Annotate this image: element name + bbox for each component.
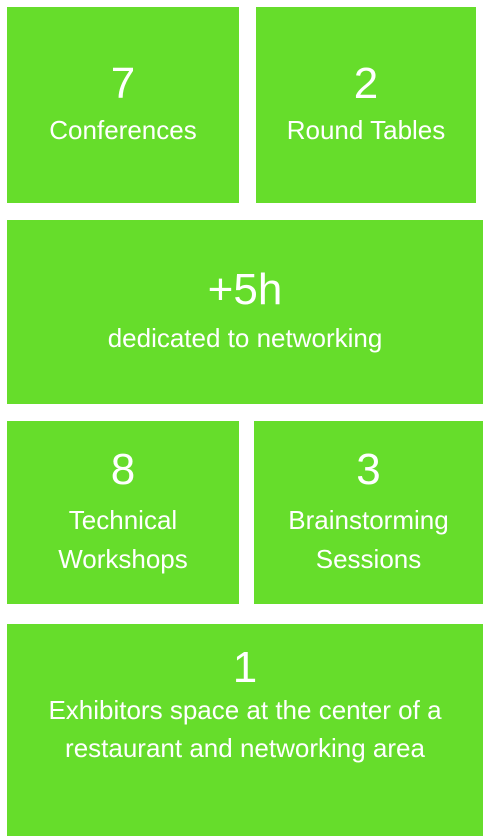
stat-number: +5h	[207, 265, 283, 315]
stat-label: Round Tables	[286, 114, 446, 145]
stat-tile-round-tables: 2 Round Tables	[256, 7, 476, 203]
stat-tile-networking: +5h dedicated to networking	[7, 220, 483, 404]
stat-tile-technical-workshops: 8 Technical Workshops	[7, 421, 239, 604]
stat-label: Technical Workshops	[58, 504, 188, 574]
stat-tile-conferences: 7 Conferences	[7, 7, 239, 203]
stat-label: Exhibitors space at the center of a rest…	[48, 695, 442, 764]
stat-number: 2	[353, 59, 379, 109]
stat-number: 3	[356, 445, 381, 495]
stat-label: Conferences	[49, 114, 197, 145]
stat-number: 7	[110, 59, 136, 109]
stat-label: Brainstorming Sessions	[288, 504, 449, 574]
stat-number: 1	[232, 643, 258, 692]
stat-tile-exhibitors-space: 1 Exhibitors space at the center of a re…	[7, 624, 483, 836]
stat-tile-brainstorming-sessions: 3 Brainstorming Sessions	[254, 421, 483, 604]
stat-label: dedicated to networking	[107, 322, 383, 353]
stat-number: 8	[110, 445, 136, 495]
